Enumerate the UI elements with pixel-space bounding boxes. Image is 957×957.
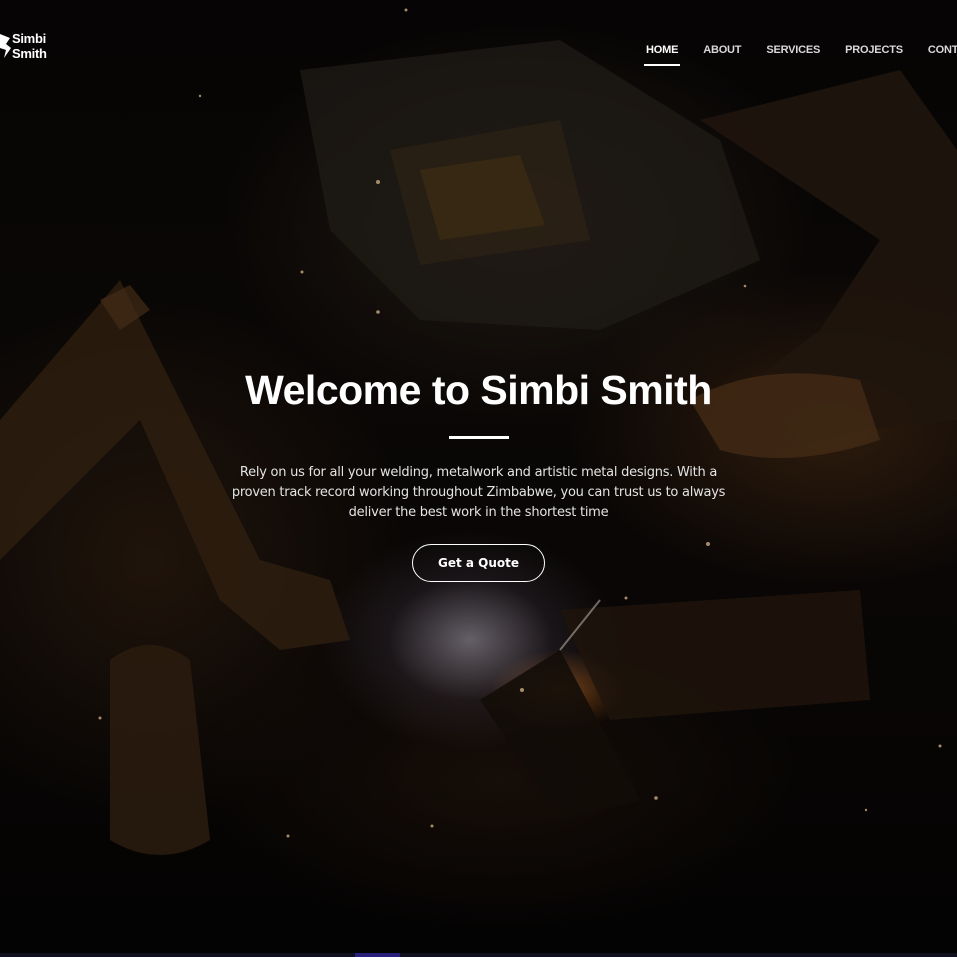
nav-item-about[interactable]: ABOUT [703,44,741,64]
bottom-strip [0,953,957,957]
hero-title: Welcome to Simbi Smith [245,367,712,413]
hero-content: Welcome to Simbi Smith Rely on us for al… [0,363,957,582]
nav-item-projects[interactable]: PROJECTS [845,44,903,64]
main-nav: HOME ABOUT SERVICES PROJECTS CONTACT [643,44,957,66]
bottom-accent [355,953,400,957]
nav-item-contact[interactable]: CONTACT [928,44,957,64]
brand-wordmark: Simbi Smith [12,31,47,61]
nav-item-services[interactable]: SERVICES [766,44,820,64]
brand-logo[interactable]: Simbi Smith [0,28,47,64]
logo-emblem-icon [0,34,11,58]
title-divider [448,436,509,439]
nav-item-home[interactable]: HOME [643,44,681,66]
brand-name-line2: Smith [12,46,47,61]
hero-description: Rely on us for all your welding, metalwo… [231,465,726,520]
brand-name-line1: Simbi [12,31,46,46]
get-quote-button[interactable]: Get a Quote [412,544,545,582]
